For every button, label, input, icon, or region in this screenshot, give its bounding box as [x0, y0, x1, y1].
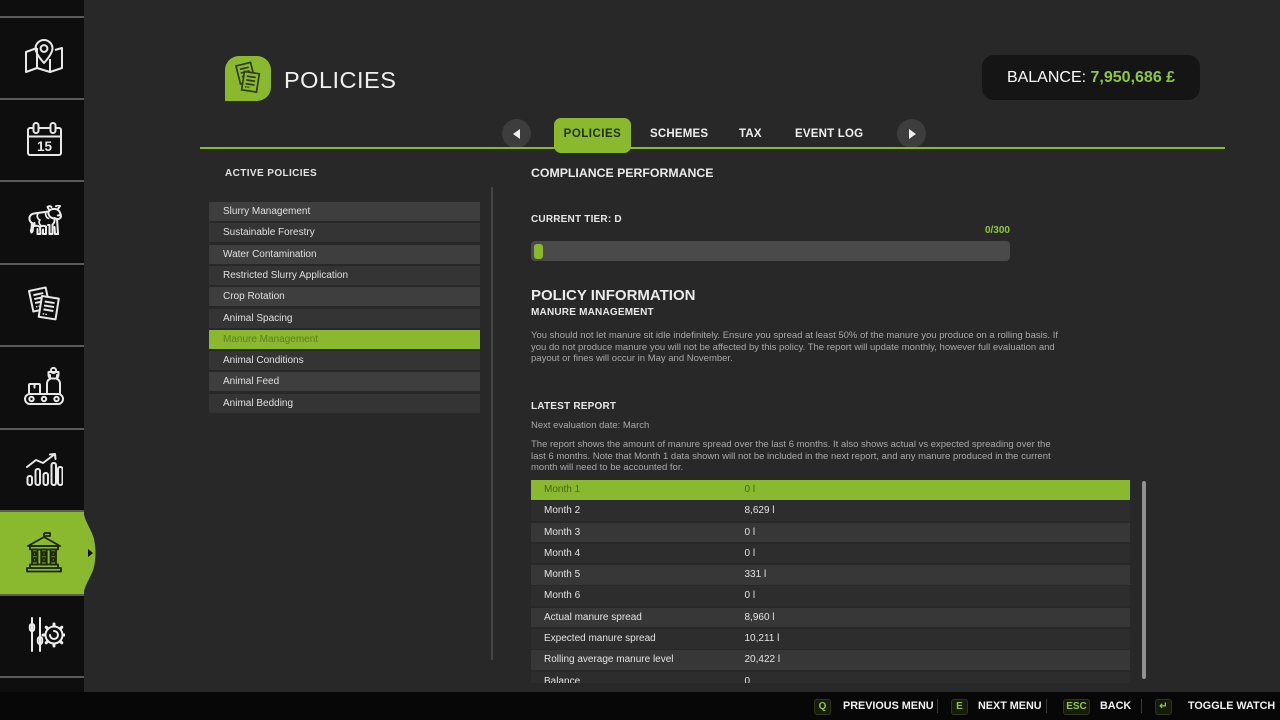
- svg-text:15: 15: [37, 139, 53, 154]
